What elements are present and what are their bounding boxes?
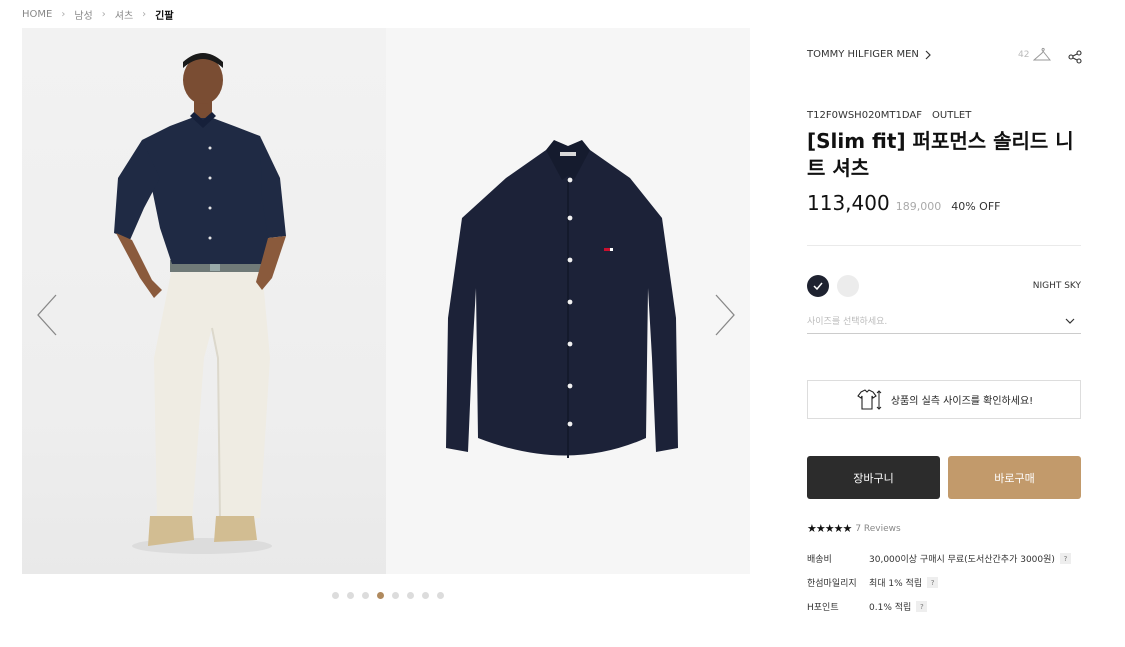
help-icon[interactable]: ?	[1059, 553, 1071, 564]
hanger-icon	[1033, 47, 1052, 61]
gallery-pagination	[332, 592, 444, 599]
shipping-row: 배송비 30,000이상 구매시 무료(도서산간추가 3000원) ?	[807, 552, 1071, 565]
brand-link[interactable]: TOMMY HILFIGER MEN	[807, 49, 932, 60]
reviews-link[interactable]: ★★★★★ 7 Reviews	[807, 522, 901, 535]
shipping-label: 배송비	[807, 555, 832, 565]
breadcrumb-shirts[interactable]: 셔츠	[115, 7, 133, 22]
product-code-row: T12F0WSH020MT1DAF OUTLET	[807, 110, 971, 121]
share-button[interactable]	[1068, 49, 1082, 68]
gallery-prev-arrow-icon[interactable]	[34, 293, 64, 337]
color-swatch-night-sky[interactable]	[807, 275, 829, 297]
breadcrumb-separator-icon: ›	[61, 9, 66, 20]
hpoint-label: H포인트	[807, 603, 839, 613]
mileage-label: 한섬마일리지	[807, 579, 857, 589]
gallery-dot-active[interactable]	[377, 592, 384, 599]
outlet-tag: OUTLET	[932, 110, 972, 121]
product-title: [Slim fit] 퍼포먼스 솔리드 니트 셔츠	[807, 129, 1074, 180]
sale-price: 113,400	[807, 191, 890, 215]
selected-color-name: NIGHT SKY	[1032, 281, 1081, 291]
model-photo	[22, 28, 386, 574]
like-count: 42	[1018, 50, 1030, 60]
help-icon[interactable]: ?	[927, 577, 939, 588]
buy-now-button[interactable]: 바로구매	[948, 456, 1081, 499]
gallery-dot[interactable]	[437, 592, 444, 599]
color-swatch-white[interactable]	[837, 275, 859, 297]
shirt-illustration	[446, 140, 678, 458]
product-gallery	[22, 28, 750, 574]
wishlist-button[interactable]: 42	[1018, 47, 1052, 63]
hpoint-value: 0.1% 적립	[869, 603, 912, 613]
gallery-dot[interactable]	[347, 592, 354, 599]
shirt-measure-icon	[857, 388, 882, 410]
rating-stars: ★★★★★	[807, 522, 852, 535]
price-row: 113,400 189,000 40% OFF	[807, 191, 1000, 215]
share-icon	[1068, 50, 1082, 64]
gallery-dot[interactable]	[392, 592, 399, 599]
product-code: T12F0WSH020MT1DAF	[807, 110, 923, 121]
mileage-value: 최대 1% 적립	[869, 579, 923, 589]
size-guide-label: 상품의 실측 사이즈를 확인하세요!	[890, 396, 1034, 407]
breadcrumb-separator-icon: ›	[142, 9, 147, 20]
review-count: 7 Reviews	[855, 523, 901, 534]
discount-rate: 40% OFF	[951, 200, 1001, 213]
add-to-cart-button[interactable]: 장바구니	[807, 456, 940, 499]
breadcrumb: HOME › 남성 › 셔츠 › 긴팔	[22, 7, 174, 22]
breadcrumb-separator-icon: ›	[101, 9, 106, 20]
help-icon[interactable]: ?	[916, 601, 928, 612]
breadcrumb-home[interactable]: HOME	[22, 9, 52, 20]
gallery-dot[interactable]	[332, 592, 339, 599]
model-illustration	[114, 53, 286, 554]
breadcrumb-men[interactable]: 남성	[74, 7, 92, 22]
brand-name: TOMMY HILFIGER MEN	[807, 49, 919, 60]
gallery-dot[interactable]	[362, 592, 369, 599]
gallery-dot[interactable]	[407, 592, 414, 599]
chevron-right-icon	[925, 50, 931, 59]
hpoint-row: H포인트 0.1% 적립 ?	[807, 600, 928, 613]
mileage-row: 한섬마일리지 최대 1% 적립 ?	[807, 576, 939, 589]
size-select[interactable]: 사이즈를 선택하세요.	[807, 308, 1081, 334]
shirt-photo	[386, 28, 750, 574]
size-placeholder: 사이즈를 선택하세요.	[807, 317, 888, 327]
original-price: 189,000	[895, 200, 942, 213]
breadcrumb-long-sleeve[interactable]: 긴팔	[155, 7, 173, 22]
check-icon	[813, 282, 823, 290]
divider	[807, 245, 1081, 246]
chevron-down-icon	[1065, 318, 1075, 324]
gallery-dot[interactable]	[422, 592, 429, 599]
size-guide-button[interactable]: 상품의 실측 사이즈를 확인하세요!	[807, 380, 1081, 419]
shipping-value: 30,000이상 구매시 무료(도서산간추가 3000원)	[869, 555, 1055, 565]
gallery-next-arrow-icon[interactable]	[708, 293, 738, 337]
